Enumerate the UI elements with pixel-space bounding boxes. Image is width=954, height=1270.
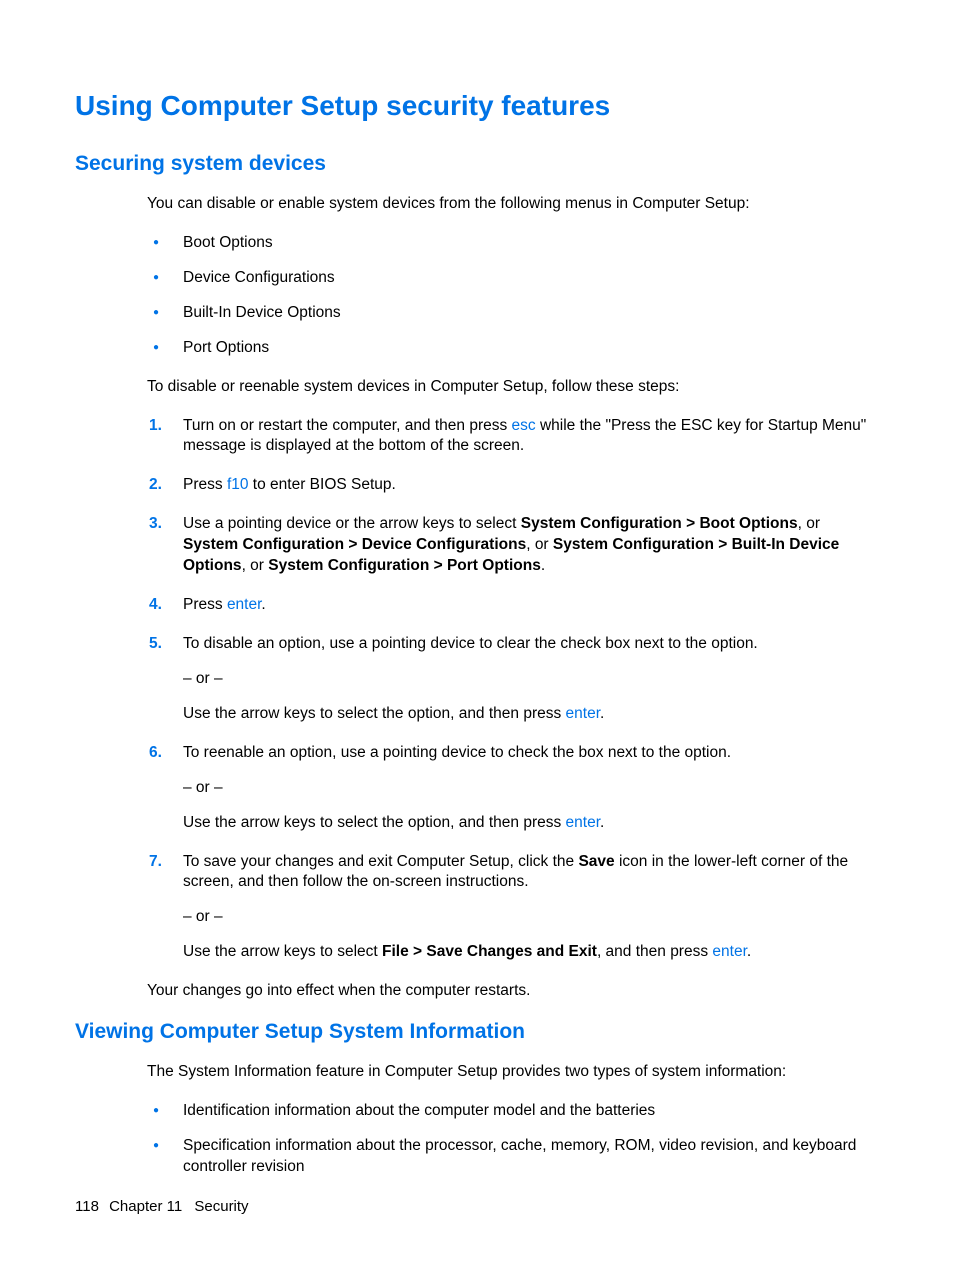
text: Use the arrow keys to select File > Save… <box>183 942 879 963</box>
step-item: Use a pointing device or the arrow keys … <box>147 514 879 577</box>
text: To reenable an option, use a pointing de… <box>183 744 731 761</box>
or-divider: – or – <box>183 778 879 799</box>
chapter-title: Security <box>194 1198 248 1215</box>
bold-text: Save <box>578 853 614 870</box>
step-item: To save your changes and exit Computer S… <box>147 852 879 964</box>
section2-body: The System Information feature in Comput… <box>147 1062 879 1178</box>
bold-text: System Configuration > Boot Options <box>521 515 798 532</box>
step-item: Press enter. <box>147 595 879 616</box>
text: Turn on or restart the computer, and the… <box>183 417 512 434</box>
text: Use the arrow keys to select the option,… <box>183 704 879 725</box>
text: Use the arrow keys to select <box>183 943 382 960</box>
page-number: 118 <box>75 1198 99 1215</box>
text: To disable an option, use a pointing dev… <box>183 635 758 652</box>
step-item: Turn on or restart the computer, and the… <box>147 416 879 458</box>
key-f10: f10 <box>227 476 249 493</box>
step-item: Press f10 to enter BIOS Setup. <box>147 475 879 496</box>
section-heading-securing: Securing system devices <box>75 152 879 176</box>
document-page: Using Computer Setup security features S… <box>0 0 954 1270</box>
list-item: Boot Options <box>147 233 879 254</box>
or-divider: – or – <box>183 669 879 690</box>
section1-body: You can disable or enable system devices… <box>147 194 879 1002</box>
key-enter: enter <box>712 943 746 960</box>
list-item: Device Configurations <box>147 268 879 289</box>
list-item: Built-In Device Options <box>147 303 879 324</box>
text: Use the arrow keys to select the option,… <box>183 705 566 722</box>
key-enter: enter <box>227 596 261 613</box>
outro-text: Your changes go into effect when the com… <box>147 981 879 1002</box>
list-item: Port Options <box>147 338 879 359</box>
steps-intro: To disable or reenable system devices in… <box>147 377 879 398</box>
text: Press <box>183 596 227 613</box>
text: . <box>600 705 604 722</box>
steps-list: Turn on or restart the computer, and the… <box>147 416 879 964</box>
intro-text: The System Information feature in Comput… <box>147 1062 879 1083</box>
text: , or <box>798 515 820 532</box>
menu-list: Boot Options Device Configurations Built… <box>147 233 879 359</box>
step-item: To reenable an option, use a pointing de… <box>147 743 879 834</box>
text: to enter BIOS Setup. <box>249 476 396 493</box>
key-enter: enter <box>566 705 600 722</box>
bold-text: System Configuration > Port Options <box>268 557 541 574</box>
page-footer: 118 Chapter 11 Security <box>75 1198 249 1215</box>
text: To save your changes and exit Computer S… <box>183 853 578 870</box>
text: . <box>600 814 604 831</box>
key-esc: esc <box>512 417 536 434</box>
text: . <box>261 596 265 613</box>
text: , or <box>526 536 553 553</box>
text: , or <box>242 557 269 574</box>
page-title: Using Computer Setup security features <box>75 90 879 122</box>
text: . <box>541 557 545 574</box>
info-list: Identification information about the com… <box>147 1101 879 1178</box>
key-enter: enter <box>566 814 600 831</box>
section-heading-viewing: Viewing Computer Setup System Informatio… <box>75 1020 879 1044</box>
chapter-label: Chapter 11 <box>109 1198 182 1215</box>
intro-text: You can disable or enable system devices… <box>147 194 879 215</box>
bold-text: System Configuration > Device Configurat… <box>183 536 526 553</box>
or-divider: – or – <box>183 907 879 928</box>
step-item: To disable an option, use a pointing dev… <box>147 634 879 725</box>
text: , and then press <box>597 943 712 960</box>
text: . <box>747 943 751 960</box>
text: Press <box>183 476 227 493</box>
list-item: Specification information about the proc… <box>147 1136 879 1178</box>
list-item: Identification information about the com… <box>147 1101 879 1122</box>
text: Use the arrow keys to select the option,… <box>183 814 566 831</box>
text: Use the arrow keys to select the option,… <box>183 813 879 834</box>
text: Use a pointing device or the arrow keys … <box>183 515 521 532</box>
bold-text: File > Save Changes and Exit <box>382 943 597 960</box>
